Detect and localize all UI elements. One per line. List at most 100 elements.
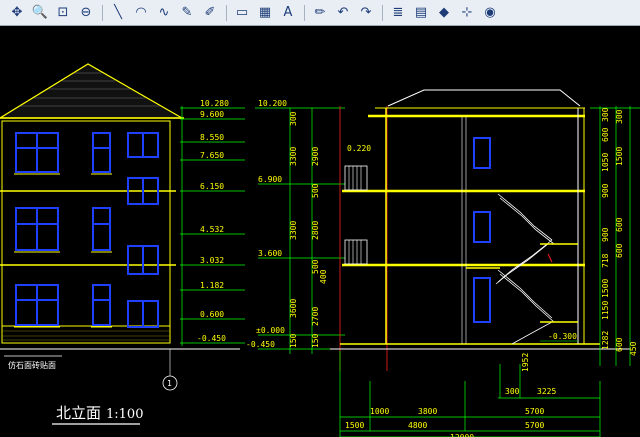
pan-button[interactable]: ✥ — [8, 4, 26, 22]
eraser-button[interactable]: ✏ — [311, 4, 329, 22]
bottom-dim: 1500 — [345, 421, 364, 430]
zoom-realtime-icon: 🔍 — [31, 4, 49, 20]
zoom-previous-button[interactable]: ⊖ — [77, 4, 95, 22]
bottom-dim: 4800 — [408, 421, 427, 430]
right-vertical-dims: 300 600 300 1050 900 1500 900 600 718 15… — [601, 107, 638, 356]
layer-button[interactable]: ≣ — [389, 4, 407, 22]
axis-icon: ⊹ — [461, 4, 473, 20]
mid-level-label: 6.900 — [258, 175, 282, 184]
building-section: 0.220 -0.300 1952 300 600 300 1050 900 1… — [330, 89, 640, 437]
spline-button[interactable]: ∿ — [155, 4, 173, 22]
axis-button[interactable]: ⊹ — [458, 4, 476, 22]
cad-drawing-canvas[interactable]: 10.280 9.600 8.550 7.650 6.150 4.532 3.0… — [0, 26, 640, 437]
mid-level-label: 10.200 — [258, 99, 287, 108]
level-label: 3.032 — [200, 256, 224, 265]
redo-icon: ↷ — [360, 4, 372, 20]
undo-button[interactable]: ↶ — [334, 4, 352, 22]
layers-stack-icon: ▤ — [414, 4, 428, 20]
dim-label: 400 — [319, 269, 328, 284]
dim-label: 2800 — [311, 221, 320, 240]
bottom-dim: 5700 — [525, 407, 544, 416]
mid-level-label: ±0.000 — [256, 326, 285, 335]
dim-label: 3600 — [289, 299, 298, 318]
dim-label: 718 — [601, 253, 610, 268]
dim-label: 150 — [289, 333, 298, 348]
middle-dimension-column: 10.200 6.900 3.600 ±0.000 -0.450 300 330… — [246, 99, 345, 354]
color-wheel-icon: ◉ — [484, 4, 496, 20]
dim-label: 1150 — [601, 301, 610, 320]
pan-icon: ✥ — [11, 4, 23, 20]
dim-label: 600 — [615, 337, 624, 352]
eraser-icon: ✏ — [314, 4, 326, 20]
zoom-window-icon: ⊡ — [57, 4, 69, 20]
table-button[interactable]: ▦ — [256, 4, 274, 22]
dim-label: 600 — [615, 217, 624, 232]
zoom-window-button[interactable]: ⊡ — [54, 4, 72, 22]
dim-label: 300 — [289, 111, 298, 126]
dim-label: 600 — [615, 243, 624, 258]
dim-label: 3300 — [289, 221, 298, 240]
dim-label: 1500 — [615, 147, 624, 166]
cube-button[interactable]: ◆ — [435, 4, 453, 22]
toolbar-separator — [382, 4, 383, 21]
toolbar-separator — [304, 4, 305, 21]
balcony-level: 0.220 — [347, 144, 371, 153]
text-style-button[interactable]: A — [279, 4, 297, 22]
level-label: 8.550 — [200, 133, 224, 142]
level-label: -0.450 — [197, 334, 226, 343]
arc-icon: ◠ — [135, 4, 147, 20]
cube-icon: ◆ — [439, 4, 449, 20]
line-button[interactable]: ╲ — [109, 4, 127, 22]
table-icon: ▦ — [258, 4, 272, 20]
dim-label: 3300 — [289, 147, 298, 166]
layers-stack-button[interactable]: ▤ — [412, 4, 430, 22]
text-style-icon: A — [283, 4, 293, 20]
dim-label: 900 — [601, 227, 610, 242]
bottom-dim: 1000 — [370, 407, 389, 416]
level-label: 9.600 — [200, 110, 224, 119]
toolbar-separator — [102, 4, 103, 21]
dim-label: 2900 — [311, 147, 320, 166]
spline-icon: ∿ — [158, 4, 170, 20]
section-dim-label: 1952 — [521, 353, 530, 372]
toolbar-separator — [226, 4, 227, 21]
dim-label: 300 — [615, 109, 624, 124]
drawing-title: 北立面 — [56, 404, 101, 422]
bottom-dim: 3225 — [537, 387, 556, 396]
section-windows — [473, 137, 491, 323]
rectangle-button[interactable]: ▭ — [233, 4, 251, 22]
dim-label: 500 — [311, 183, 320, 198]
line-icon: ╲ — [114, 4, 122, 20]
elevation-level-labels: 10.280 9.600 8.550 7.650 6.150 4.532 3.0… — [197, 99, 229, 343]
level-label: 0.600 — [200, 310, 224, 319]
rectangle-icon: ▭ — [235, 4, 249, 20]
pencil-icon: ✎ — [181, 4, 193, 20]
brush-button[interactable]: ✐ — [201, 4, 219, 22]
elevation-wall — [1, 120, 171, 344]
dim-label: 1282 — [601, 331, 610, 350]
plinth-hatch — [2, 330, 170, 341]
axis-label: 1 — [167, 379, 172, 388]
elevation-roof — [0, 63, 185, 119]
dim-label: 600 — [601, 127, 610, 142]
zoom-realtime-button[interactable]: 🔍 — [31, 4, 49, 22]
dim-label: 1500 — [601, 279, 610, 298]
mid-level-label: -0.450 — [246, 340, 275, 349]
stone-plinth — [1, 325, 171, 344]
color-wheel-button[interactable]: ◉ — [481, 4, 499, 22]
dim-label: 900 — [601, 183, 610, 198]
mid-vertical-dims: 300 3300 2900 500 3300 2800 500 400 3600… — [289, 111, 328, 348]
bottom-dim: 3800 — [418, 407, 437, 416]
pencil-button[interactable]: ✎ — [178, 4, 196, 22]
balcony-rail-lower — [344, 239, 368, 265]
level-label: 10.280 — [200, 99, 229, 108]
footnote-label: 仿石面砖贴面 — [8, 360, 56, 370]
dim-label: 2700 — [311, 307, 320, 326]
redo-button[interactable]: ↷ — [357, 4, 375, 22]
dim-label: 300 — [601, 107, 610, 122]
bottom-dim: 5700 — [525, 421, 544, 430]
dim-label: 1050 — [601, 153, 610, 172]
level-label: 7.650 — [200, 151, 224, 160]
ground-level-label: -0.300 — [548, 332, 577, 341]
arc-button[interactable]: ◠ — [132, 4, 150, 22]
